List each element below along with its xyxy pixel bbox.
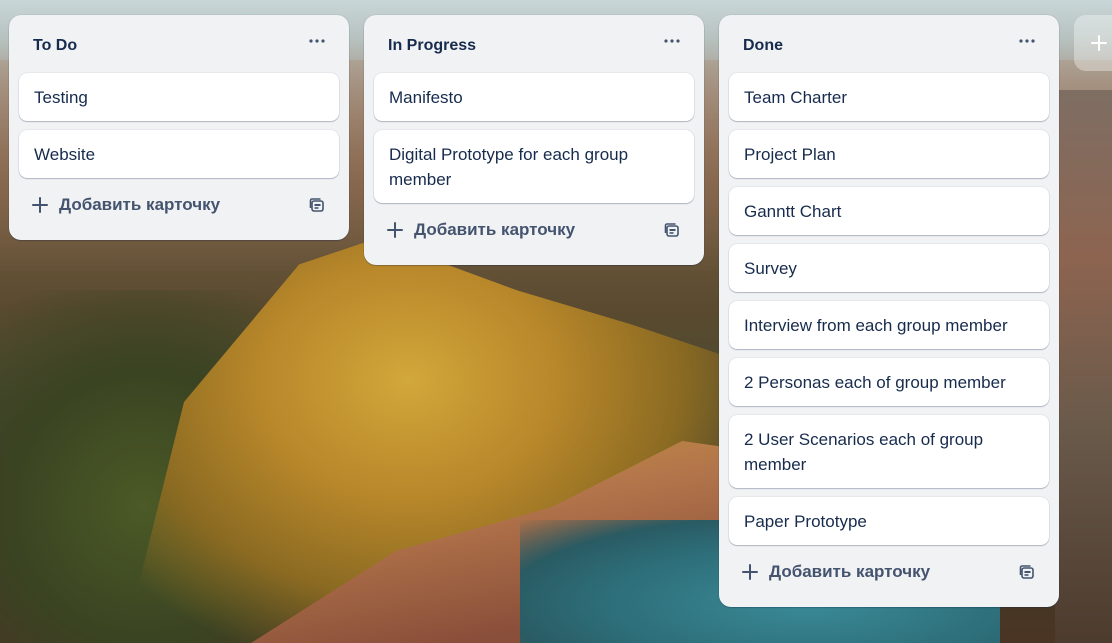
plus-icon (387, 222, 403, 238)
card-template-icon (1019, 565, 1034, 579)
card[interactable]: Paper Prototype (729, 497, 1049, 545)
list-done: Done Team Charter Project Plan Ganntt Ch… (719, 15, 1059, 607)
add-card-label: Добавить карточку (59, 195, 221, 214)
list-menu-button[interactable] (301, 25, 333, 57)
card-list: Team Charter Project Plan Ganntt Chart S… (729, 73, 1049, 545)
create-from-template-button[interactable] (662, 220, 682, 240)
card[interactable]: Website (19, 130, 339, 178)
list-header: In Progress (374, 15, 694, 73)
list-header: Done (729, 15, 1049, 73)
create-from-template-button[interactable] (1017, 562, 1037, 582)
list-footer: Добавить карточку (729, 547, 1049, 597)
card[interactable]: Ganntt Chart (729, 187, 1049, 235)
list-to-do: To Do Testing Website Добавить карточку (9, 15, 349, 240)
board-canvas: To Do Testing Website Добавить карточку … (0, 0, 1112, 643)
add-card-label: Добавить карточку (769, 562, 931, 581)
more-horizontal-icon (664, 39, 680, 43)
card-template-icon (664, 223, 679, 237)
plus-icon (742, 564, 758, 580)
list-footer: Добавить карточку (19, 180, 339, 230)
more-horizontal-icon (1019, 39, 1035, 43)
list-menu-button[interactable] (1011, 25, 1043, 57)
card[interactable]: Manifesto (374, 73, 694, 121)
card[interactable]: 2 User Scenarios each of group member (729, 415, 1049, 488)
card[interactable]: Testing (19, 73, 339, 121)
list-menu-button[interactable] (656, 25, 688, 57)
list-header: To Do (19, 15, 339, 73)
add-card-button[interactable]: Добавить карточку (741, 562, 930, 582)
add-list-button[interactable] (1074, 15, 1112, 71)
card[interactable]: Team Charter (729, 73, 1049, 121)
list-footer: Добавить карточку (374, 205, 694, 255)
card[interactable]: Digital Prototype for each group member (374, 130, 694, 203)
plus-icon (1091, 35, 1107, 51)
card[interactable]: 2 Personas each of group member (729, 358, 1049, 406)
add-card-button[interactable]: Добавить карточку (386, 220, 575, 240)
create-from-template-button[interactable] (307, 195, 327, 215)
card-template-icon (309, 198, 324, 212)
list-title[interactable]: In Progress (388, 37, 476, 55)
add-card-label: Добавить карточку (414, 220, 576, 239)
list-title[interactable]: To Do (33, 37, 77, 55)
more-horizontal-icon (309, 39, 325, 43)
card-list: Testing Website (19, 73, 339, 178)
card[interactable]: Survey (729, 244, 1049, 292)
card-list: Manifesto Digital Prototype for each gro… (374, 73, 694, 203)
card[interactable]: Project Plan (729, 130, 1049, 178)
list-in-progress: In Progress Manifesto Digital Prototype … (364, 15, 704, 265)
add-card-button[interactable]: Добавить карточку (31, 195, 220, 215)
plus-icon (32, 197, 48, 213)
card[interactable]: Interview from each group member (729, 301, 1049, 349)
list-title[interactable]: Done (743, 37, 783, 55)
